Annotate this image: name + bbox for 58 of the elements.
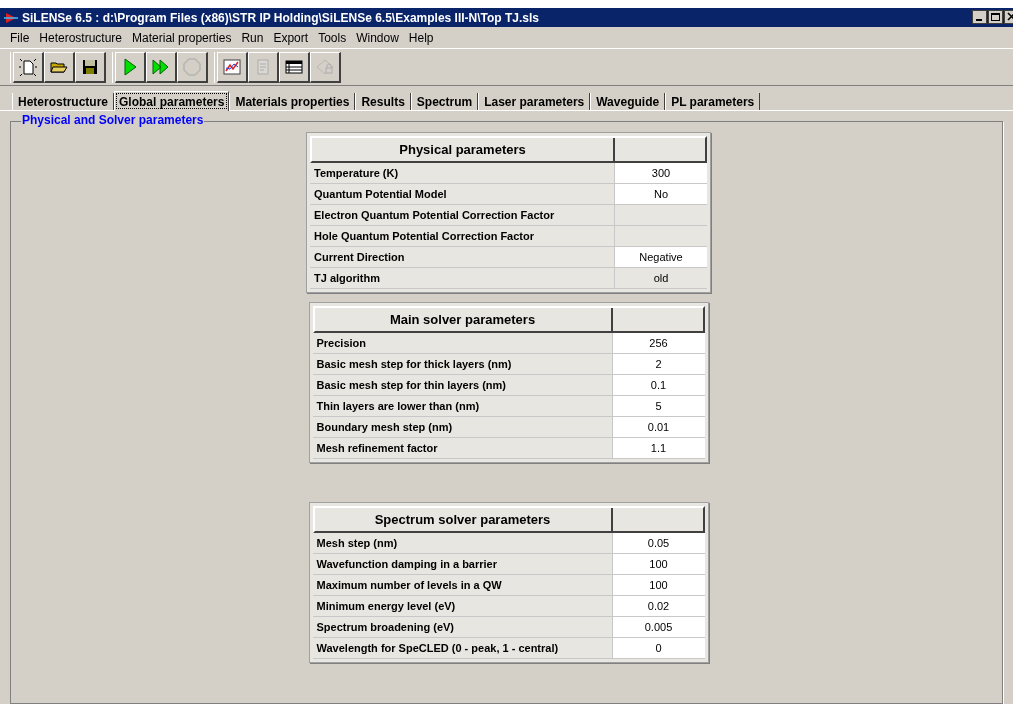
value-field[interactable]: Negative bbox=[615, 247, 707, 267]
octagon-icon bbox=[182, 56, 202, 77]
toolbar-button[interactable] bbox=[75, 51, 106, 83]
menu-item[interactable]: Material properties bbox=[132, 29, 232, 47]
toolbar-button[interactable] bbox=[146, 51, 177, 83]
app-icon bbox=[4, 10, 18, 25]
parameter-label: Basic mesh step for thick layers (nm) bbox=[312, 354, 613, 374]
value-field[interactable]: 300 bbox=[615, 163, 707, 183]
tab[interactable]: Laser parameters bbox=[478, 93, 591, 110]
parameter-label: Mesh step (nm) bbox=[312, 533, 613, 553]
menu-item[interactable]: Run bbox=[241, 29, 264, 47]
value-field[interactable]: 100 bbox=[612, 575, 705, 595]
value-field[interactable]: 0.1 bbox=[612, 375, 705, 395]
parameter-label: Precision bbox=[312, 333, 613, 353]
parameter-label: Thin layers are lower than (nm) bbox=[312, 396, 613, 416]
menu-item[interactable]: Help bbox=[408, 29, 434, 47]
toolbar-button[interactable] bbox=[115, 51, 146, 83]
value-field[interactable]: 100 bbox=[612, 554, 705, 574]
tab[interactable]: PL parameters bbox=[665, 93, 761, 110]
menu-item[interactable]: Heterostructure bbox=[39, 29, 123, 47]
toolbar-button[interactable] bbox=[44, 51, 75, 83]
window-title: SiLENSe 6.5 : d:\Program Files (x86)\STR IP Holding\SiLENSe 6.5\Examples III-N\Top TJ.sls bbox=[22, 9, 540, 27]
parameter-label: Spectrum broadening (eV) bbox=[312, 617, 613, 637]
parameter-label: Minimum energy level (eV) bbox=[312, 596, 613, 616]
group-title: Physical and Solver parameters bbox=[21, 113, 205, 127]
new-document-icon bbox=[18, 56, 38, 77]
menu-item[interactable]: Tools bbox=[318, 29, 347, 47]
menu-item[interactable]: File bbox=[10, 29, 30, 47]
double-play-icon bbox=[151, 56, 171, 77]
tab[interactable]: Waveguide bbox=[590, 93, 666, 110]
parameter-label: Wavelength for SpeCLED (0 - peak, 1 - central) bbox=[312, 638, 613, 658]
tab[interactable]: Materials properties bbox=[229, 93, 356, 110]
value-field[interactable]: 0.05 bbox=[612, 533, 705, 553]
value-field[interactable]: No bbox=[615, 184, 707, 204]
tab[interactable]: Global parameters bbox=[114, 91, 230, 111]
tab[interactable]: Results bbox=[355, 93, 411, 110]
toolbar-button[interactable] bbox=[279, 51, 310, 83]
parameter-label: Boundary mesh step (nm) bbox=[312, 417, 613, 437]
value-field[interactable]: 2 bbox=[612, 354, 705, 374]
toolbar-button[interactable] bbox=[13, 51, 44, 83]
value-field[interactable]: 0.02 bbox=[612, 596, 705, 616]
minimize-button[interactable] bbox=[972, 10, 987, 24]
value-field[interactable]: 1.1 bbox=[612, 438, 705, 458]
menu-item[interactable]: Window bbox=[356, 29, 399, 47]
maximize-button[interactable] bbox=[988, 10, 1003, 24]
value-field[interactable]: 0.01 bbox=[612, 417, 705, 437]
value-field[interactable]: 5 bbox=[612, 396, 705, 416]
value-field[interactable]: 0.005 bbox=[612, 617, 705, 637]
parameter-label: Maximum number of levels in a QW bbox=[312, 575, 613, 595]
menu-item[interactable]: Export bbox=[273, 29, 309, 47]
value-field[interactable]: 0 bbox=[612, 638, 705, 658]
tab[interactable]: Spectrum bbox=[410, 93, 479, 110]
toolbar-button[interactable] bbox=[217, 51, 248, 83]
parameter-label: Mesh refinement factor bbox=[312, 438, 613, 458]
value-field[interactable]: 256 bbox=[612, 333, 705, 353]
chart-icon bbox=[222, 56, 242, 77]
parameter-label: Basic mesh step for thin layers (nm) bbox=[312, 375, 613, 395]
parameter-label: Wavefunction damping in a barrier bbox=[312, 554, 613, 574]
